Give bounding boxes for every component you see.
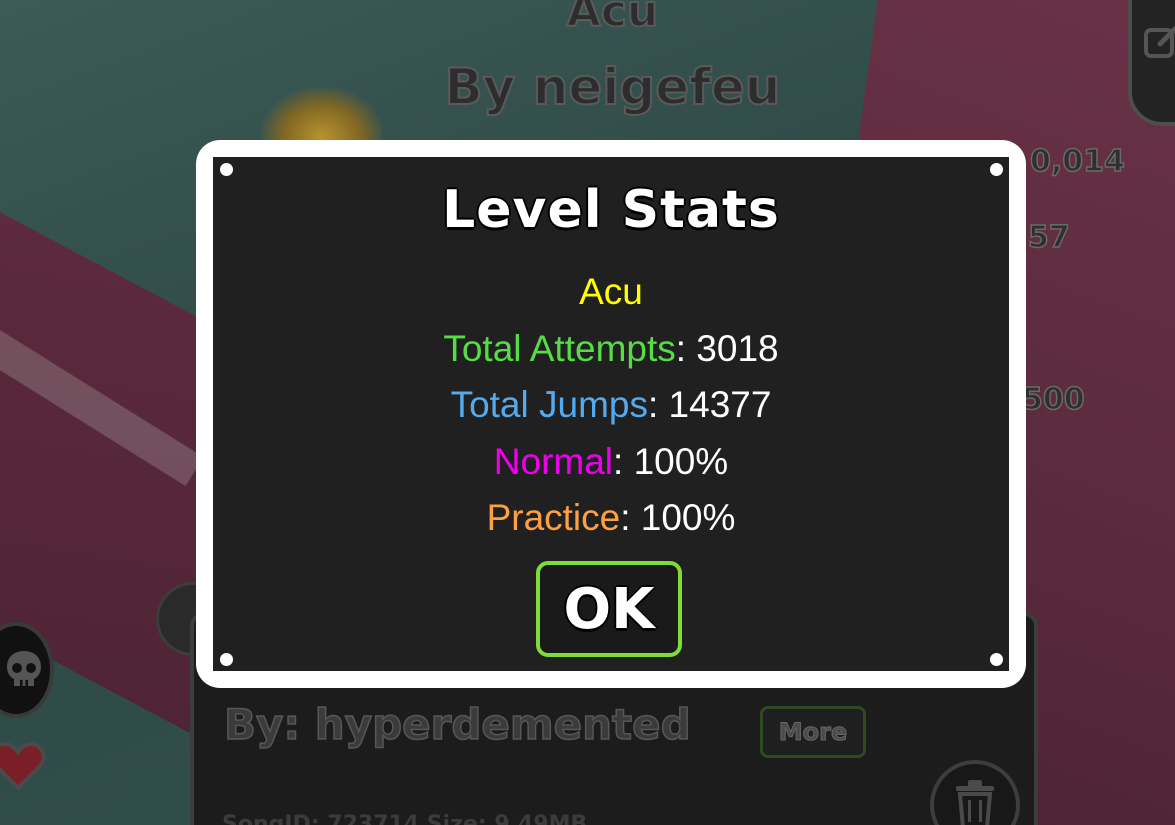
corner-dot: [220, 163, 233, 176]
heart-button[interactable]: [0, 738, 46, 798]
stat-row-normal: Normal: 100%: [196, 434, 1026, 491]
stat-row-attempts: Total Attempts: 3018: [196, 321, 1026, 378]
normal-label: Normal: [493, 440, 614, 482]
background-author: By neigefeu: [444, 57, 782, 117]
jumps-value: : 14377: [647, 384, 772, 425]
delete-button[interactable]: [930, 760, 1020, 825]
stat-row-practice: Practice: 100%: [196, 490, 1026, 547]
attempts-value: : 3018: [675, 327, 779, 369]
dialog-title: Level Stats: [442, 180, 780, 240]
normal-value: : 100%: [613, 440, 729, 482]
edit-button[interactable]: [1128, 0, 1175, 126]
jumps-label: Total Jumps: [450, 384, 648, 425]
background-stat-value: 500: [1021, 381, 1085, 418]
background-stat-value: 57: [1027, 219, 1070, 256]
creator-line: By: hyperdemented: [223, 699, 691, 750]
background-stat-value: 0,014: [1029, 143, 1125, 180]
background-level-name: Acu: [566, 0, 659, 38]
more-button[interactable]: More: [760, 706, 866, 758]
stats-list: Acu Total Attempts: 3018 Total Jumps: 14…: [196, 264, 1026, 547]
level-stats-dialog: Level Stats Acu Total Attempts: 3018 Tot…: [196, 140, 1026, 688]
trash-icon: [956, 780, 994, 825]
corner-dot: [990, 163, 1003, 176]
stat-level-name: Acu: [579, 271, 643, 312]
ok-button[interactable]: OK: [536, 561, 682, 657]
corner-dot: [220, 653, 233, 666]
ok-button-label: OK: [563, 576, 655, 642]
corner-dot: [990, 653, 1003, 666]
song-info: SongID: 723714 Size: 9.49MB: [222, 812, 588, 825]
practice-label: Practice: [486, 497, 621, 538]
heart-icon: [0, 741, 46, 791]
edit-icon: [1144, 25, 1175, 58]
attempts-label: Total Attempts: [443, 327, 676, 369]
stat-row-jumps: Total Jumps: 14377: [196, 377, 1026, 434]
practice-value: : 100%: [620, 497, 736, 538]
skull-icon: [7, 651, 41, 686]
